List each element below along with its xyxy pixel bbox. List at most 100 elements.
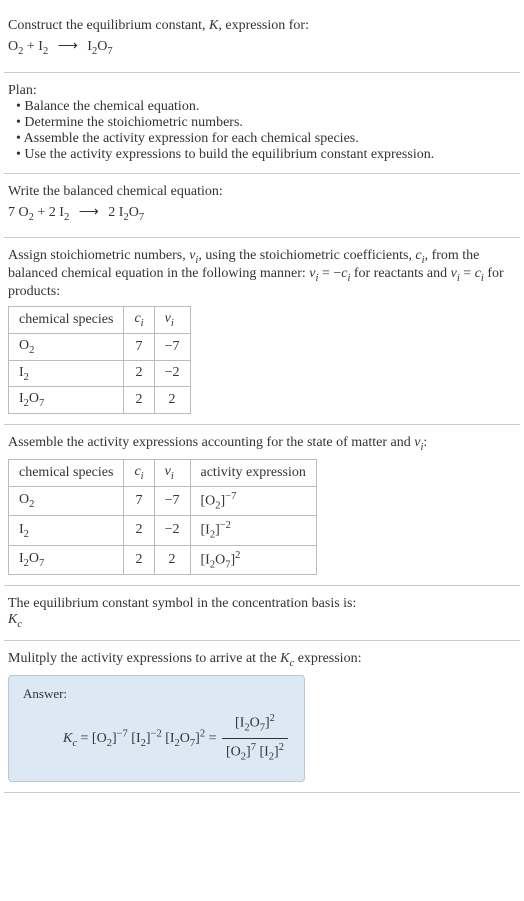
br: [I	[201, 523, 210, 538]
subscript: 2	[64, 211, 69, 222]
cell-c: 2	[124, 387, 154, 414]
subscript: 2	[24, 371, 29, 382]
table-row: I2 2 −2	[9, 360, 191, 387]
prompt-section: Construct the equilibrium constant, K, e…	[4, 8, 520, 73]
kc-text: The equilibrium constant symbol in the c…	[8, 596, 516, 612]
K-letter: K	[8, 612, 17, 627]
cell-c: 7	[124, 333, 154, 360]
K-symbol: K	[209, 18, 218, 33]
exponent: 2	[279, 742, 284, 753]
col-species: chemical species	[9, 459, 124, 486]
cell-species: O2	[9, 486, 124, 515]
cell-species: O2	[9, 333, 124, 360]
cell-species: I2	[9, 516, 124, 545]
subscript: 2	[43, 46, 48, 57]
plan-title: Plan:	[8, 83, 516, 99]
plan-bullet: • Use the activity expressions to build …	[16, 147, 516, 163]
sp: O	[29, 551, 39, 566]
answer-label: Answer:	[23, 686, 290, 702]
coeff-species: + 2 I	[34, 205, 64, 220]
denominator: [O2]7 [I2]2	[222, 739, 288, 767]
kc-symbol-section: The equilibrium constant symbol in the c…	[4, 586, 520, 641]
subscript: 2	[29, 345, 34, 356]
cell-c: 2	[124, 545, 154, 574]
i-sub: i	[171, 318, 174, 329]
text: :	[423, 435, 427, 450]
kc-symbol: Kc	[8, 612, 516, 630]
stoich-intro: Assign stoichiometric numbers, νi, using…	[8, 248, 516, 300]
unbalanced-equation: O2 + I2 ⟶ I2O7	[8, 34, 516, 62]
br: O	[215, 552, 225, 567]
term: [I	[128, 731, 141, 746]
plan-bullet: • Assemble the activity expression for e…	[16, 131, 516, 147]
cell-nu: −7	[154, 333, 190, 360]
species: O	[97, 39, 107, 54]
text: Mulitply the activity expressions to arr…	[8, 651, 280, 666]
text: expression:	[294, 651, 361, 666]
exponent: 2	[235, 550, 240, 561]
col-nu: νi	[154, 459, 190, 486]
plan-section: Plan: • Balance the chemical equation. •…	[4, 73, 520, 174]
species: O	[8, 39, 18, 54]
i-sub: i	[141, 318, 144, 329]
col-c: ci	[124, 306, 154, 333]
cell-nu: 2	[154, 387, 190, 414]
subscript: 2	[29, 499, 34, 510]
subscript: 7	[139, 211, 144, 222]
exponent: −7	[225, 491, 236, 502]
col-c: ci	[124, 459, 154, 486]
prompt-text: Construct the equilibrium constant,	[8, 18, 209, 33]
cell-nu: −2	[154, 516, 190, 545]
col-activity: activity expression	[190, 459, 316, 486]
subscript: 7	[39, 558, 44, 569]
stoich-section: Assign stoichiometric numbers, νi, using…	[4, 238, 520, 425]
br: [O	[201, 493, 216, 508]
text: =	[460, 266, 475, 281]
subscript: 7	[39, 398, 44, 409]
cell-species: I2O7	[9, 545, 124, 574]
equals: =	[205, 731, 220, 746]
table-header-row: chemical species ci νi activity expressi…	[9, 459, 317, 486]
exponent: 2	[270, 713, 275, 724]
term: [O	[226, 745, 241, 760]
i-sub: i	[171, 471, 174, 482]
balanced-equation: 7 O2 + 2 I2 ⟶ 2 I2O7	[8, 200, 516, 228]
plan-bullet: • Balance the chemical equation.	[16, 99, 516, 115]
plus: +	[23, 39, 38, 54]
text: , using the stoichiometric coefficients,	[198, 248, 415, 263]
cell-c: 2	[124, 516, 154, 545]
table-row: I2O7 2 2 [I2O7]2	[9, 545, 317, 574]
cell-c: 2	[124, 360, 154, 387]
sp: O	[19, 338, 29, 353]
cell-nu: −7	[154, 486, 190, 515]
sp: O	[19, 492, 29, 507]
term: [O	[92, 731, 107, 746]
activity-section: Assemble the activity expressions accoun…	[4, 425, 520, 586]
term: O	[250, 715, 260, 730]
arrow-icon: ⟶	[79, 200, 99, 225]
K-letter: K	[63, 731, 72, 746]
K-letter: K	[280, 651, 289, 666]
table-row: I2O7 2 2	[9, 387, 191, 414]
stoich-table: chemical species ci νi O2 7 −7 I2 2 −2 I…	[8, 306, 191, 414]
multiply-text: Mulitply the activity expressions to arr…	[8, 651, 516, 669]
cell-activity: [I2]−2	[190, 516, 316, 545]
fraction: [I2O7]2[O2]7 [I2]2	[222, 710, 288, 768]
table-row: O2 7 −7 [O2]−7	[9, 486, 317, 515]
term: [I	[256, 745, 269, 760]
multiply-section: Mulitply the activity expressions to arr…	[4, 641, 520, 793]
cell-nu: −2	[154, 360, 190, 387]
activity-table: chemical species ci νi activity expressi…	[8, 459, 317, 575]
numerator: [I2O7]2	[222, 710, 288, 739]
cell-nu: 2	[154, 545, 190, 574]
text: Assemble the activity expressions accoun…	[8, 435, 414, 450]
cell-species: I2	[9, 360, 124, 387]
col-nu: νi	[154, 306, 190, 333]
col-species: chemical species	[9, 306, 124, 333]
prompt-line: Construct the equilibrium constant, K, e…	[8, 18, 516, 34]
term: O	[180, 731, 190, 746]
exponent: −7	[117, 728, 128, 739]
species: O	[129, 205, 139, 220]
prompt-text-b: , expression for:	[218, 18, 309, 33]
plan-bullet: • Determine the stoichiometric numbers.	[16, 115, 516, 131]
